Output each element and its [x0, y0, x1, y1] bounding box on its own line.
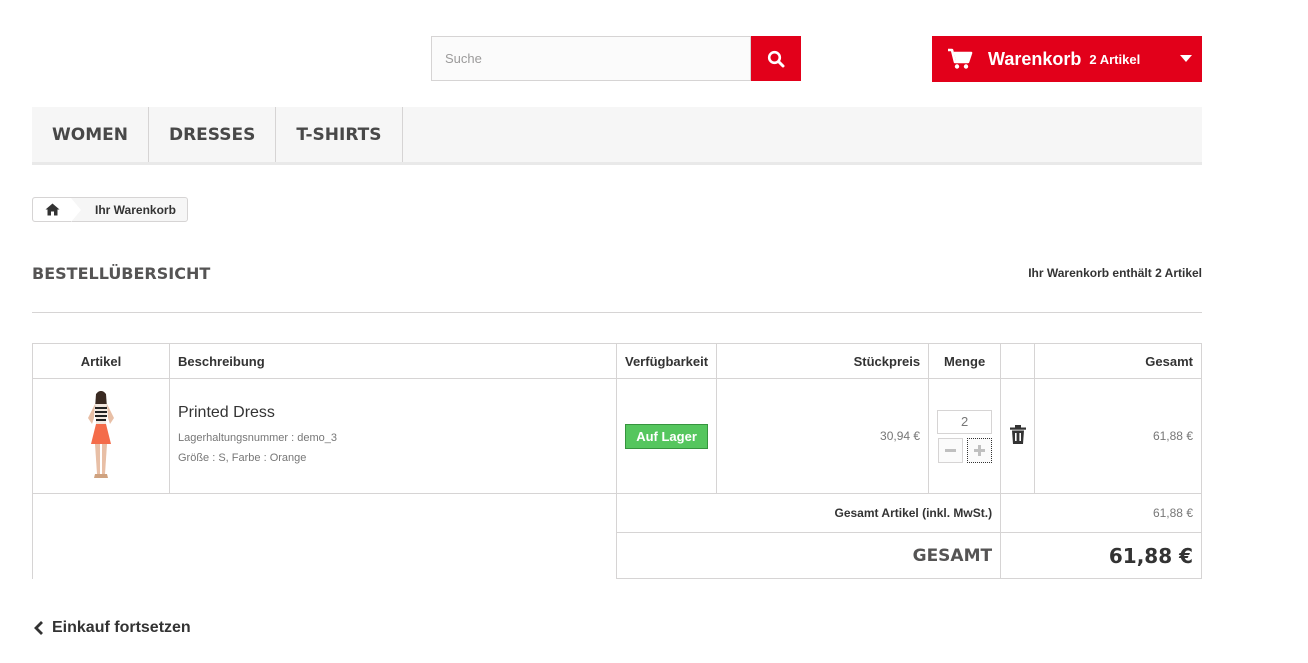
table-row: Printed Dress Lagerhaltungsnummer : demo… — [32, 378, 1202, 494]
product-attributes[interactable]: Größe : S, Farbe : Orange — [178, 448, 615, 468]
menu-item-tshirts[interactable]: T-SHIRTS — [276, 107, 403, 162]
search-icon — [767, 50, 785, 67]
chevron-left-icon — [34, 621, 43, 635]
products-total-row: Gesamt Artikel (inkl. MwSt.) 61,88 € — [32, 493, 1202, 579]
products-total-label: Gesamt Artikel (inkl. MwSt.) — [615, 493, 1002, 533]
cart-summary-count: Ihr Warenkorb enthält 2 Artikel — [1028, 266, 1202, 280]
caret-down-icon[interactable] — [1180, 55, 1192, 63]
home-icon — [45, 203, 59, 216]
quantity-input[interactable]: 2 — [937, 409, 993, 434]
minus-icon — [944, 448, 956, 452]
availability-cell: Auf Lager — [615, 378, 718, 494]
quantity-decrease-button[interactable] — [937, 437, 963, 463]
empty-cell — [32, 493, 617, 579]
products-total-value: 61,88 € — [1000, 493, 1202, 533]
status-badge: Auf Lager — [625, 423, 708, 449]
unit-price-cell: 30,94 € — [716, 378, 930, 494]
continue-shopping-link[interactable]: Einkauf fortsetzen — [34, 619, 191, 637]
breadcrumb-separator — [71, 197, 81, 222]
grand-total-label: GESAMT — [615, 532, 1002, 579]
total-cell: 61,88 € — [1034, 378, 1202, 494]
header-unit-price: Stückpreis — [716, 343, 930, 379]
search-box — [431, 36, 751, 81]
cart-title: Warenkorb — [988, 48, 1082, 69]
header-delete — [1000, 343, 1036, 379]
continue-shopping-label: Einkauf fortsetzen — [52, 619, 191, 636]
cart-quantity: 2 Artikel — [1089, 51, 1141, 67]
trash-icon[interactable] — [1009, 425, 1026, 444]
menu-item-women[interactable]: WOMEN — [32, 107, 149, 162]
grand-total-value: 61,88 € — [1000, 532, 1202, 579]
unit-price: 30,94 € — [880, 429, 921, 443]
breadcrumb: Ihr Warenkorb — [32, 197, 188, 222]
page-title: BESTELLÜBERSICHT — [32, 264, 211, 283]
header-description: Beschreibung — [169, 343, 617, 379]
header-availability: Verfügbarkeit — [615, 343, 718, 379]
quantity-increase-button[interactable] — [966, 437, 992, 463]
breadcrumb-home-link[interactable] — [33, 198, 71, 221]
product-image[interactable] — [81, 388, 121, 482]
search-button[interactable] — [751, 36, 801, 81]
menu-item-dresses[interactable]: DRESSES — [149, 107, 277, 162]
product-description-cell: Printed Dress Lagerhaltungsnummer : demo… — [169, 378, 617, 494]
product-name-link[interactable]: Printed Dress — [178, 404, 615, 422]
plus-icon — [973, 444, 985, 456]
header-quantity: Menge — [928, 343, 1002, 379]
header-total: Gesamt — [1034, 343, 1202, 379]
line-total: 61,88 € — [1152, 429, 1193, 443]
quantity-cell: 2 — [928, 378, 1002, 494]
cart-icon — [948, 48, 973, 69]
cart-table: Artikel Beschreibung Verfügbarkeit Stück… — [32, 343, 1202, 579]
header-article: Artikel — [32, 343, 170, 379]
cart-button[interactable]: Warenkorb 2 Artikel — [932, 36, 1202, 82]
divider — [32, 312, 1202, 313]
table-header-row: Artikel Beschreibung Verfügbarkeit Stück… — [32, 343, 1202, 379]
main-menu: WOMEN DRESSES T-SHIRTS — [32, 107, 1202, 165]
product-image-cell — [32, 378, 170, 494]
breadcrumb-current: Ihr Warenkorb — [95, 202, 176, 217]
product-reference: Lagerhaltungsnummer : demo_3 — [178, 432, 337, 444]
search-input[interactable] — [432, 37, 750, 80]
delete-cell — [1000, 378, 1036, 494]
